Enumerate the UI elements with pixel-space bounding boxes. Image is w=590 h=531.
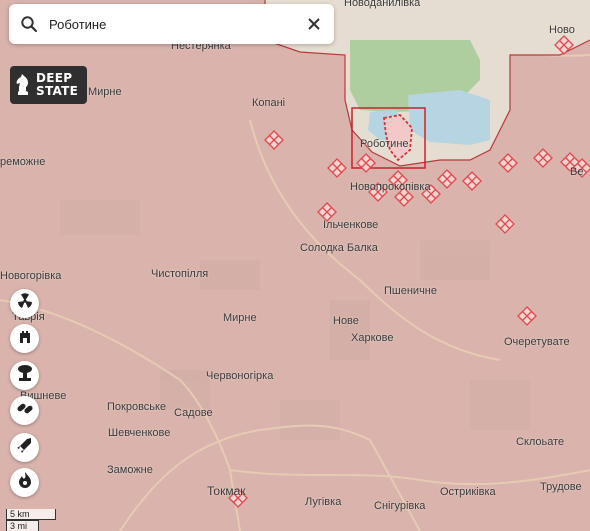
place-chystopillia: Чистопілля — [151, 268, 209, 280]
place-sadove: Садове — [174, 407, 213, 419]
radiation-icon — [17, 293, 33, 314]
place-robotyne: Роботине — [360, 138, 409, 150]
place-novodanylivka: Новоданилівка — [344, 0, 421, 9]
explosion-icon — [16, 364, 34, 387]
knight-icon — [10, 66, 36, 104]
place-ocheretuvate: Очеретувате — [504, 336, 570, 348]
place-novo-right: Ново — [549, 24, 575, 36]
place-snihurivka: Снігурівка — [374, 500, 426, 512]
place-peremozhne: реможне — [0, 156, 46, 168]
fire-icon — [17, 471, 33, 494]
place-novohorivka: Новогорівка — [0, 270, 62, 282]
search-bar — [9, 4, 334, 44]
scale-mi: 3 mi — [6, 520, 39, 531]
missile-icon — [16, 436, 34, 459]
deepstate-logo[interactable]: DEEP STATE — [10, 66, 87, 104]
missile-button[interactable] — [10, 433, 39, 462]
place-myrne-nw: Мирне — [88, 86, 122, 98]
place-myrne: Мирне — [223, 312, 257, 324]
place-kharkove: Харкове — [351, 332, 394, 344]
place-luhivka: Лугівка — [305, 496, 342, 508]
place-ilchenkove: Ільченкове — [323, 219, 379, 231]
scale-bar: 5 km 3 mi — [6, 509, 56, 531]
place-pshenychne: Пшеничне — [384, 285, 437, 297]
place-trudove: Трудове — [540, 481, 582, 493]
pills-icon — [16, 399, 34, 422]
search-input[interactable] — [49, 9, 294, 39]
place-zamozhne: Заможне — [107, 464, 153, 476]
place-novoprokopivka: Новопрокопівка — [350, 181, 431, 193]
scale-km: 5 km — [6, 509, 56, 520]
close-icon[interactable] — [294, 4, 334, 44]
map-canvas[interactable] — [0, 0, 590, 531]
search-icon[interactable] — [9, 4, 49, 44]
place-shevchenkove: Шевченкове — [108, 427, 171, 439]
place-solodka-balka: Солодка Балка — [300, 242, 378, 254]
place-ostrykivka: Остриківка — [440, 486, 496, 498]
fortification-icon — [17, 328, 33, 349]
fire-button[interactable] — [10, 468, 39, 497]
explosion-button[interactable] — [10, 361, 39, 390]
place-pokrovske: Покровське — [107, 401, 167, 413]
place-nove: Нове — [333, 315, 359, 327]
place-ve: Ве — [570, 166, 584, 178]
fortification-button[interactable] — [10, 324, 39, 353]
radiation-button[interactable] — [10, 289, 39, 318]
place-kopani: Копані — [252, 97, 286, 109]
place-chervonohirka: Червоногірка — [206, 370, 274, 382]
place-tokmak: Токмак — [207, 484, 246, 498]
place-sklovate: Склоьате — [516, 436, 565, 448]
logo-line2: STATE — [36, 84, 79, 98]
pills-button[interactable] — [10, 396, 39, 425]
